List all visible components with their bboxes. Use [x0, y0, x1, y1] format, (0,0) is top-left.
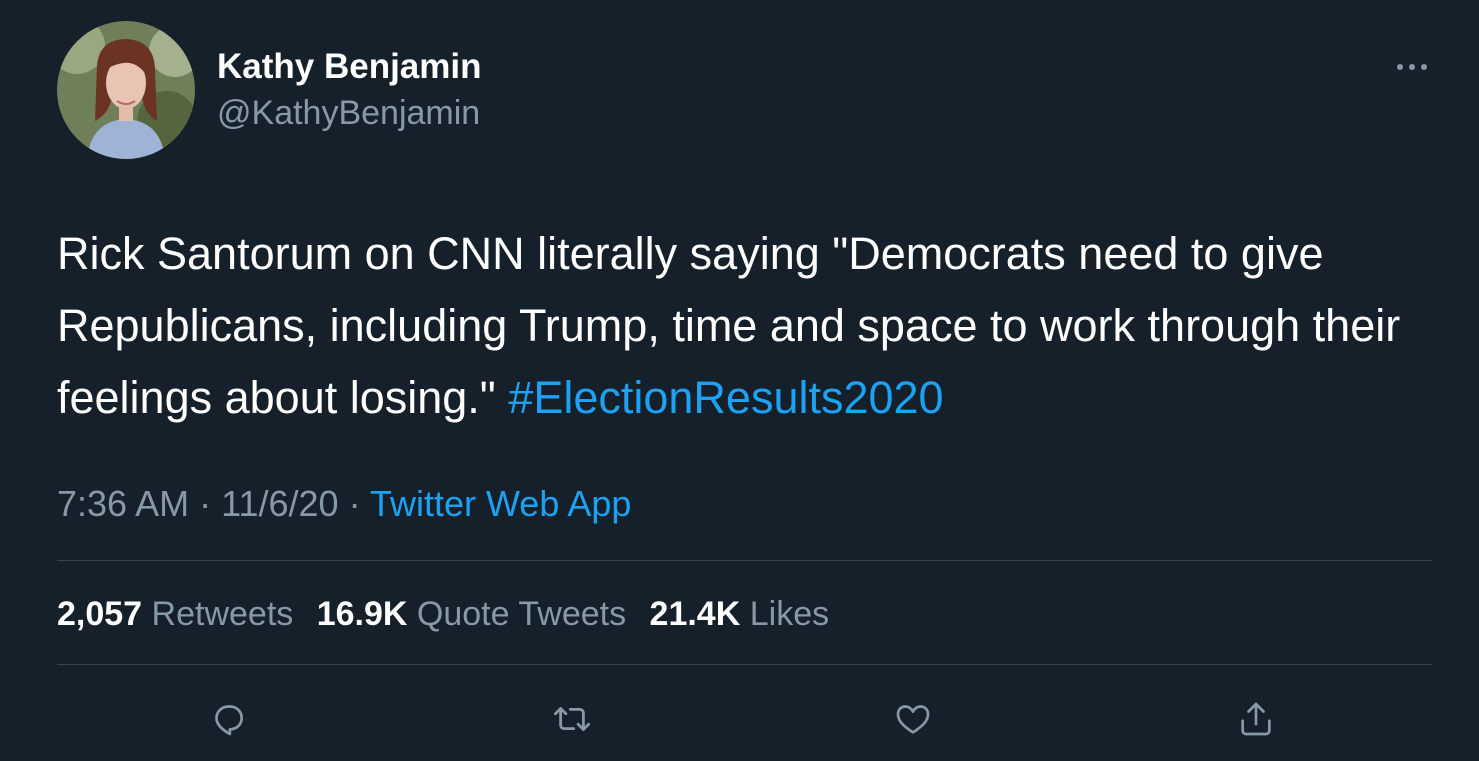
like-button[interactable]: [891, 697, 935, 741]
author-handle[interactable]: @KathyBenjamin: [217, 92, 480, 134]
retweets-label: Retweets: [151, 595, 294, 633]
likes-count: 21.4K: [649, 595, 741, 633]
share-button[interactable]: [1234, 697, 1278, 741]
divider: [57, 664, 1432, 665]
retweets-count: 2,057: [57, 595, 143, 633]
quote-tweets-label: Quote Tweets: [416, 595, 627, 633]
tweet-stats: 2,057 Retweets 16.9K Quote Tweets 21.4K …: [57, 592, 843, 636]
meta-separator: ·: [348, 483, 361, 524]
more-options-button[interactable]: [1392, 52, 1432, 82]
retweet-icon: [553, 707, 591, 731]
tweet-text: Rick Santorum on CNN literally saying "D…: [57, 218, 1447, 434]
hashtag-link[interactable]: #ElectionResults2020: [508, 372, 943, 423]
quote-tweets-stat[interactable]: 16.9K Quote Tweets: [317, 595, 626, 633]
quote-tweets-count: 16.9K: [316, 595, 408, 633]
tweet-source-link[interactable]: Twitter Web App: [370, 483, 631, 524]
divider: [57, 560, 1432, 561]
tweet-meta: 7:36 AM · 11/6/20 · Twitter Web App: [57, 482, 631, 526]
meta-separator: ·: [199, 483, 212, 524]
reply-icon: [215, 705, 244, 736]
tweet-time[interactable]: 7:36 AM: [57, 483, 189, 524]
avatar[interactable]: [57, 21, 195, 159]
share-icon: [1241, 702, 1271, 736]
reply-button[interactable]: [207, 697, 251, 741]
heart-icon: [896, 705, 930, 734]
likes-label: Likes: [749, 595, 830, 633]
retweets-stat[interactable]: 2,057 Retweets: [57, 595, 293, 633]
likes-stat[interactable]: 21.4K Likes: [650, 595, 830, 633]
tweet-date[interactable]: 11/6/20: [221, 483, 338, 524]
more-icon: [1397, 64, 1427, 70]
author-name[interactable]: Kathy Benjamin: [217, 46, 482, 88]
retweet-button[interactable]: [550, 697, 594, 741]
